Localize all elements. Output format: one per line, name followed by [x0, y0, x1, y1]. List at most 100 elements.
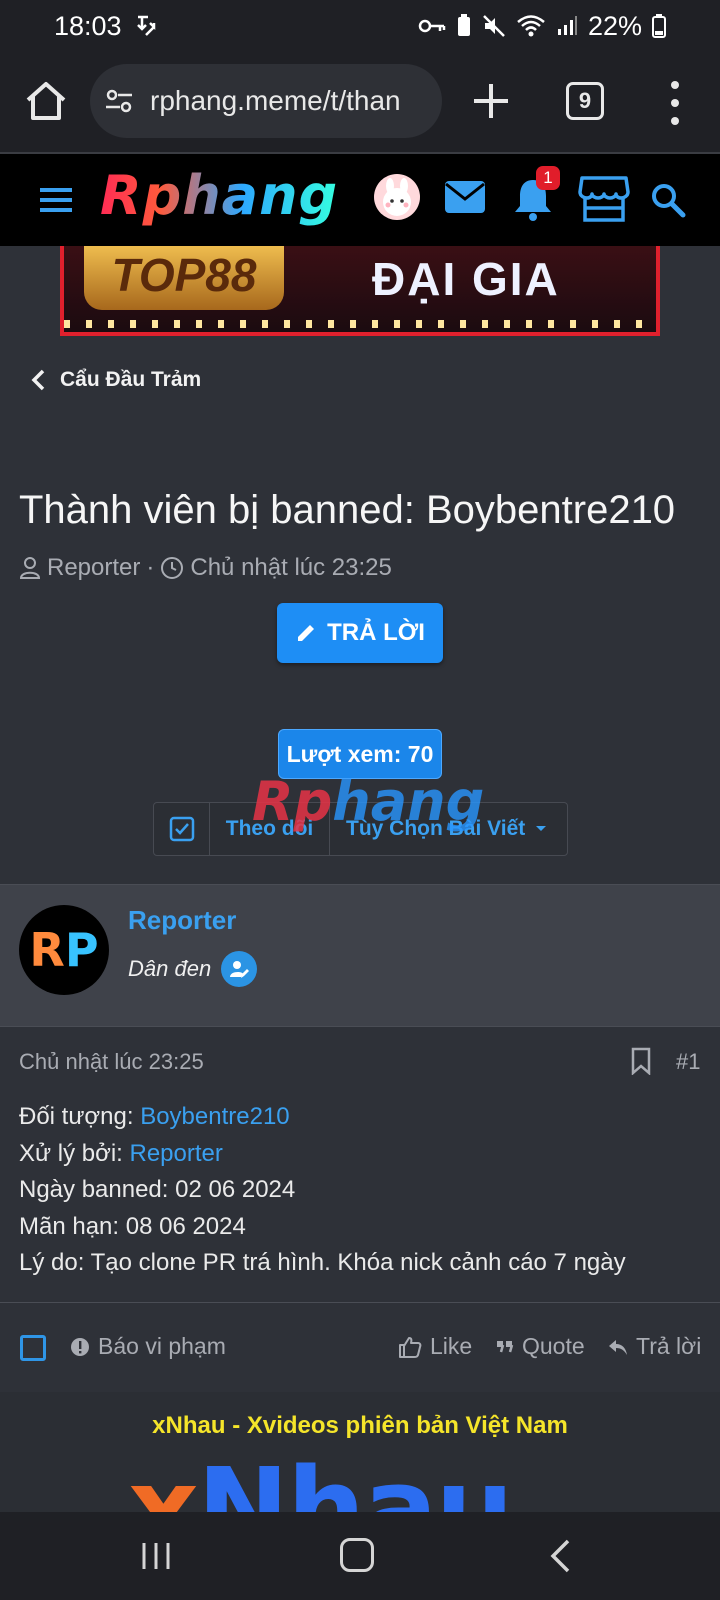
battery-percent: 22% [587, 10, 642, 41]
home-icon[interactable] [22, 78, 70, 126]
watermark-logo: Rphang [252, 770, 484, 833]
ad-logo-part-b: Nhau [196, 1444, 514, 1512]
watermark-part-a: Rp [252, 770, 333, 833]
chevron-left-icon [31, 369, 45, 391]
bookmark-icon[interactable] [630, 1047, 652, 1075]
pencil-icon [298, 625, 315, 641]
select-post-checkbox[interactable] [20, 1335, 46, 1361]
tab-switcher-button[interactable]: 9 [566, 82, 604, 120]
post-line-reason: Lý do: Tạo clone PR trá hình. Khóa nick … [19, 1249, 626, 1276]
reply-button[interactable]: TRẢ LỜI [277, 603, 443, 663]
banner-logo: TOP88 [84, 246, 284, 310]
user-icon [19, 557, 41, 579]
wifi-icon [517, 15, 545, 37]
signal-icon [557, 16, 577, 35]
report-label: Báo vi phạm [98, 1333, 226, 1359]
tab-count: 9 [578, 88, 592, 113]
report-button[interactable]: Báo vi phạm [70, 1333, 226, 1360]
post-content: Đối tượng: Boybentre210 Xử lý bởi: Repor… [19, 1099, 626, 1282]
ad-logo-part-a: x [128, 1444, 199, 1512]
hamburger-menu-icon[interactable] [36, 180, 76, 220]
site-header: Rphang [0, 154, 720, 246]
post-user-title: Dân đen [128, 956, 212, 981]
more-options-icon[interactable] [660, 76, 690, 130]
target-label: Đối tượng: [19, 1103, 141, 1130]
post-user-header: RP Reporter Dân đen [0, 884, 720, 1026]
status-left: 18:03 [54, 11, 158, 42]
post-user-name[interactable]: Reporter [128, 905, 236, 936]
post-user-title-row: Dân đen [128, 951, 258, 987]
ad-logo: xNhau [128, 1444, 514, 1512]
avatar-initial-r: R [29, 923, 65, 977]
site-logo[interactable]: Rphang [100, 164, 338, 227]
avatar-initial-p: P [64, 923, 99, 977]
avatar-bunny-icon [383, 178, 411, 216]
post-date[interactable]: Chủ nhật lúc 23:25 [19, 1049, 204, 1075]
post-line-target: Đối tượng: Boybentre210 [19, 1099, 626, 1136]
store-icon[interactable] [578, 174, 630, 224]
key-icon [418, 19, 446, 33]
mail-icon[interactable] [444, 180, 486, 214]
post-line-expiry: Mãn hạn: 08 06 2024 [19, 1212, 246, 1240]
mute-icon [483, 15, 505, 37]
clock-icon [161, 557, 184, 579]
post-body: Chủ nhật lúc 23:25 #1 Đối tượng: Boybent… [0, 1026, 720, 1302]
post-reply-label: Trả lời [636, 1333, 702, 1359]
bottom-ad[interactable]: xNhau - Xvideos phiên bản Việt Nam xNhau [0, 1392, 720, 1512]
quote-label: Quote [522, 1333, 585, 1359]
meta-separator: · [146, 554, 155, 581]
browser-toolbar: rphang.meme/t/than 9 [0, 52, 720, 154]
reply-button-label: TRẢ LỜI [327, 619, 425, 646]
select-thread-checkbox[interactable] [154, 803, 210, 855]
ad-headline[interactable]: xNhau - Xvideos phiên bản Việt Nam [0, 1412, 720, 1440]
post-number[interactable]: #1 [676, 1049, 700, 1075]
address-bar[interactable]: rphang.meme/t/than [90, 64, 442, 138]
user-edit-icon [230, 961, 250, 978]
quote-button[interactable]: Quote [496, 1333, 585, 1360]
thread-time[interactable]: Chủ nhật lúc 23:25 [190, 554, 391, 582]
site-settings-icon[interactable] [104, 86, 134, 116]
quote-icon [497, 1340, 514, 1352]
like-button[interactable]: Like [398, 1333, 472, 1360]
notification-badge: 1 [536, 166, 560, 190]
user-avatar-small[interactable] [374, 174, 420, 220]
battery-icon [652, 14, 666, 38]
android-nav-bar [0, 1512, 720, 1600]
top-banner-ad[interactable]: TOP88 ĐẠI GIA [60, 246, 660, 336]
post-reply-button[interactable]: Trả lời [608, 1333, 701, 1360]
alert-icon [71, 1337, 89, 1356]
recent-apps-icon[interactable] [138, 1540, 174, 1572]
status-bar: 18:03 22% [0, 0, 720, 52]
back-icon[interactable] [548, 1538, 572, 1574]
user-badge-icon [221, 951, 258, 987]
battery-saver-icon [457, 14, 470, 36]
checkbox-checked-icon [169, 816, 194, 842]
handler-user-link[interactable]: Reporter [130, 1140, 223, 1167]
handled-label: Xử lý bởi: [19, 1139, 130, 1167]
download-icon [136, 15, 155, 36]
thread-author[interactable]: Reporter [47, 554, 140, 582]
thread-meta: Reporter · Chủ nhật lúc 23:25 [19, 554, 392, 582]
reply-arrow-icon [609, 1339, 627, 1355]
breadcrumb[interactable]: Cẩu Đầu Trảm [30, 368, 201, 392]
thumbs-up-icon [399, 1336, 422, 1358]
post-actions-bar: Báo vi phạm Like Quote Trả lời [0, 1302, 720, 1392]
breadcrumb-label[interactable]: Cẩu Đầu Trảm [60, 368, 201, 392]
like-label: Like [430, 1333, 473, 1359]
url-text[interactable]: rphang.meme/t/than [150, 85, 401, 117]
thread-title: Thành viên bị banned: Boybentre210 [19, 488, 676, 532]
post-line-handled: Xử lý bởi: Reporter [19, 1136, 626, 1173]
screen: 18:03 22% rphang.meme/t/than 9 Rphang 1 … [0, 0, 720, 1600]
search-icon[interactable] [650, 182, 686, 218]
status-time: 18:03 [54, 10, 122, 41]
new-tab-icon[interactable] [466, 76, 516, 126]
nav-home-button[interactable] [340, 1538, 374, 1572]
post-line-banned-date: Ngày banned: 02 06 2024 [19, 1176, 296, 1203]
watermark-part-b: hang [332, 770, 485, 833]
status-right: 22% [418, 11, 666, 42]
banner-lights [64, 320, 656, 328]
target-user-link[interactable]: Boybentre210 [140, 1103, 289, 1130]
post-user-avatar[interactable]: RP [19, 905, 109, 995]
banner-text: ĐẠI GIA [372, 253, 560, 305]
caret-down-icon [536, 826, 547, 831]
